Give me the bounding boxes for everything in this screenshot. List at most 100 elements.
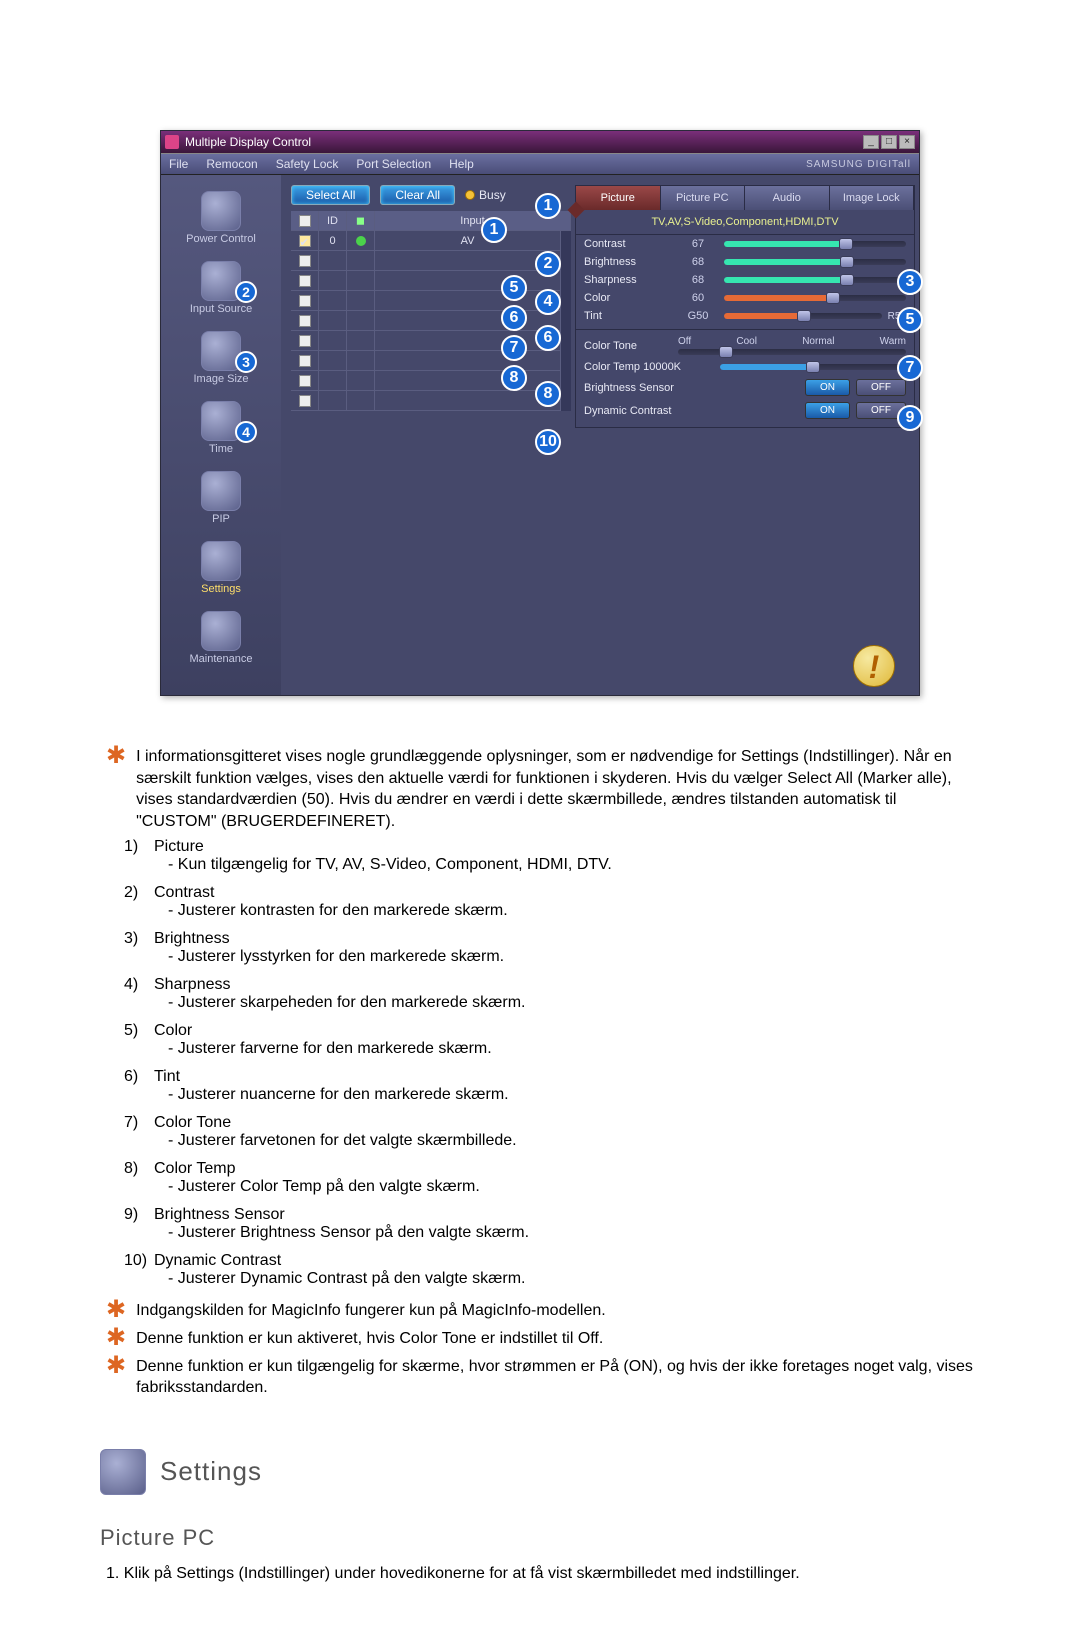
grid-header: ID ◼ Input xyxy=(291,211,571,231)
callout-6: 6 xyxy=(501,305,527,331)
tab-label: Picture xyxy=(601,192,635,204)
label: Brightness Sensor xyxy=(584,382,714,394)
grid-body: ✔ 0 AV xyxy=(291,231,571,411)
list-item: 5)Color- Justerer farverne for den marke… xyxy=(124,1022,980,1058)
star-icon: ✱ xyxy=(106,1328,126,1350)
list-item: 7)Color Tone- Justerer farvetonen for de… xyxy=(124,1114,980,1150)
brightness-slider[interactable] xyxy=(724,259,906,265)
select-all-button[interactable]: Select All xyxy=(291,185,370,205)
callout-8: 8 xyxy=(501,365,527,391)
star-icon: ✱ xyxy=(106,1300,126,1322)
callout-6p: 6 xyxy=(535,325,561,351)
menu-safety-lock[interactable]: Safety Lock xyxy=(276,157,339,171)
sidebar-item-settings[interactable]: Settings xyxy=(161,535,281,605)
checkbox-icon[interactable] xyxy=(299,395,311,407)
footnote-text: Denne funktion er kun tilgængelig for sk… xyxy=(136,1356,980,1399)
sidebar-item-maintenance[interactable]: Maintenance xyxy=(161,605,281,675)
list-item: 3)Brightness- Justerer lysstyrken for de… xyxy=(124,930,980,966)
sidebar-item-pip[interactable]: PIP xyxy=(161,465,281,535)
table-row[interactable] xyxy=(291,251,561,271)
checkbox-icon[interactable] xyxy=(299,275,311,287)
checkbox-icon[interactable] xyxy=(299,315,311,327)
section-subheading: Picture PC xyxy=(100,1525,980,1551)
busy-label: Busy xyxy=(479,188,506,202)
clear-all-button[interactable]: Clear All xyxy=(380,185,455,205)
settings-section-icon xyxy=(100,1449,146,1495)
pip-icon xyxy=(201,471,241,511)
sidebar-item-image-size[interactable]: Image Size 3 xyxy=(161,325,281,395)
menu-port-selection[interactable]: Port Selection xyxy=(356,157,431,171)
color-slider[interactable] xyxy=(724,295,906,301)
sidebar-item-power-control[interactable]: Power Control xyxy=(161,185,281,255)
maximize-icon[interactable]: □ xyxy=(881,135,897,149)
status-icon xyxy=(356,236,366,246)
sidebar-item-time[interactable]: Time 4 xyxy=(161,395,281,465)
app-icon xyxy=(165,135,179,149)
checkbox-icon[interactable] xyxy=(299,375,311,387)
callout-badge: 4 xyxy=(235,421,257,443)
definition-list: 1)Picture- Kun tilgængelig for TV, AV, S… xyxy=(124,838,980,1288)
app-window: Multiple Display Control _ □ × File Remo… xyxy=(160,130,920,696)
label: Color Temp 10000K xyxy=(584,361,714,373)
menu-remocon[interactable]: Remocon xyxy=(206,157,257,171)
properties-panel: Picture Picture PC Audio Image Lock TV,A… xyxy=(575,185,915,428)
menu-file[interactable]: File xyxy=(169,157,188,171)
power-icon xyxy=(201,191,241,231)
tab-picture[interactable]: Picture xyxy=(576,186,661,210)
label: Sharpness xyxy=(584,274,672,286)
row-color-temp: Color Temp 10000K xyxy=(576,358,914,376)
callout-10: 10 xyxy=(535,429,561,455)
checkbox-icon[interactable] xyxy=(299,335,311,347)
tone-opt: Warm xyxy=(880,336,906,347)
row-color: Color 60 xyxy=(576,289,914,307)
checkbox-icon[interactable]: ✔ xyxy=(299,235,311,247)
tab-picture-pc[interactable]: Picture PC xyxy=(661,186,746,210)
intro-text: I informationsgitteret vises nogle grund… xyxy=(136,746,980,832)
star-icon: ✱ xyxy=(106,1356,126,1399)
panel-subtitle: TV,AV,S-Video,Component,HDMI,DTV xyxy=(576,210,914,235)
tab-image-lock[interactable]: Image Lock xyxy=(830,186,915,210)
checkbox-icon[interactable] xyxy=(299,215,311,227)
brightness-sensor-on-button[interactable]: ON xyxy=(805,379,850,396)
callout-7p: 7 xyxy=(897,355,923,381)
footnote-text: Denne funktion er kun aktiveret, hvis Co… xyxy=(136,1328,980,1350)
table-row[interactable] xyxy=(291,391,561,411)
callout-5: 5 xyxy=(501,275,527,301)
tint-left: G50 xyxy=(678,310,718,322)
step-text: 1. Klik på Settings (Indstillinger) unde… xyxy=(106,1565,980,1583)
menu-help[interactable]: Help xyxy=(449,157,474,171)
row-brightness: Brightness 68 xyxy=(576,253,914,271)
row-brightness-sensor: Brightness Sensor ON OFF xyxy=(576,376,914,399)
busy-indicator: Busy xyxy=(465,188,506,202)
value: 67 xyxy=(678,238,718,250)
table-row[interactable]: ✔ 0 AV xyxy=(291,231,561,251)
tint-slider[interactable] xyxy=(724,313,882,319)
color-tone-slider[interactable] xyxy=(678,349,906,355)
scrollbar-thumb[interactable] xyxy=(561,231,571,255)
row-color-tone: Color Tone Off Cool Normal Warm xyxy=(576,329,914,358)
list-item: 6)Tint- Justerer nuancerne for den marke… xyxy=(124,1068,980,1104)
minimize-icon[interactable]: _ xyxy=(863,135,879,149)
callout-badge: 2 xyxy=(235,281,257,303)
sidebar: Power Control Input Source 2 Image Size … xyxy=(161,175,281,695)
sidebar-item-input-source[interactable]: Input Source 2 xyxy=(161,255,281,325)
checkbox-icon[interactable] xyxy=(299,255,311,267)
sidebar-item-label: Maintenance xyxy=(190,653,253,665)
contrast-slider[interactable] xyxy=(724,241,906,247)
callout-3: 3 xyxy=(897,269,923,295)
list-item: 4)Sharpness- Justerer skarpeheden for de… xyxy=(124,976,980,1012)
sidebar-item-label: PIP xyxy=(212,513,230,525)
checkbox-icon[interactable] xyxy=(299,295,311,307)
callout-8p: 8 xyxy=(535,381,561,407)
tab-audio[interactable]: Audio xyxy=(745,186,830,210)
dynamic-contrast-on-button[interactable]: ON xyxy=(805,402,850,419)
label: Color xyxy=(584,292,672,304)
settings-icon xyxy=(201,541,241,581)
color-temp-slider[interactable] xyxy=(720,364,906,370)
brightness-sensor-off-button[interactable]: OFF xyxy=(856,379,906,396)
sharpness-slider[interactable] xyxy=(724,277,906,283)
checkbox-icon[interactable] xyxy=(299,355,311,367)
row-contrast: Contrast 67 xyxy=(576,235,914,253)
window-title: Multiple Display Control xyxy=(185,135,311,149)
close-icon[interactable]: × xyxy=(899,135,915,149)
